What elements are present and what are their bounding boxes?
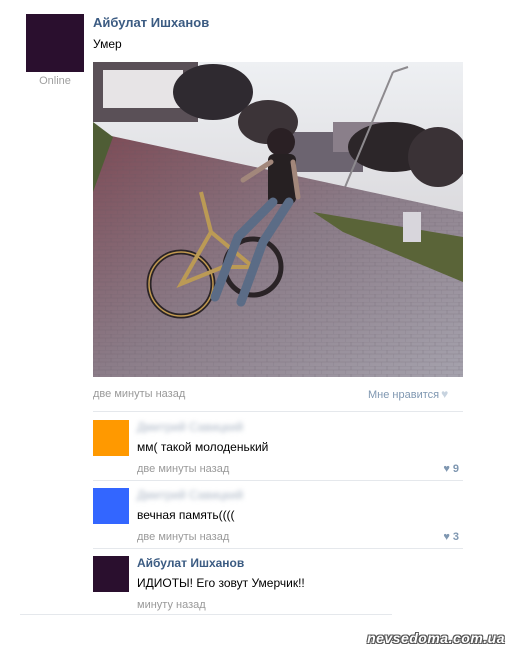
comment-author-name[interactable]: Айбулат Ишханов bbox=[137, 556, 244, 570]
post-photo[interactable] bbox=[93, 62, 463, 377]
post-text: Умер bbox=[93, 37, 122, 51]
comment-like-button[interactable]: ♥ 9 bbox=[443, 463, 459, 475]
comment-timestamp[interactable]: две минуты назад bbox=[137, 531, 229, 543]
comment-item: Дмитрий Савицкий вечная память(((( две м… bbox=[93, 488, 463, 548]
author-avatar[interactable] bbox=[26, 14, 84, 72]
comment-timestamp[interactable]: две минуты назад bbox=[137, 463, 229, 475]
divider bbox=[20, 614, 392, 615]
comment-text: ИДИОТЫ! Его зовут Умерчик!! bbox=[137, 576, 305, 590]
comment-avatar[interactable] bbox=[93, 488, 129, 524]
post-like-button[interactable]: Мне нравится ♥ bbox=[368, 387, 448, 401]
divider bbox=[93, 480, 463, 481]
online-status: Online bbox=[39, 75, 71, 87]
comment-like-button[interactable]: ♥ 3 bbox=[443, 531, 459, 543]
comment-avatar[interactable] bbox=[93, 556, 129, 592]
comment-text: вечная память(((( bbox=[137, 508, 235, 522]
comment-timestamp[interactable]: минуту назад bbox=[137, 599, 206, 611]
post-timestamp[interactable]: две минуты назад bbox=[93, 388, 185, 400]
watermark: nevsedoma.com.ua bbox=[367, 630, 505, 646]
comment-avatar[interactable] bbox=[93, 420, 129, 456]
comment-item: Дмитрий Савицкий мм( такой молоденький д… bbox=[93, 420, 463, 480]
post-author-name[interactable]: Айбулат Ишханов bbox=[93, 15, 209, 30]
comment-like-count: 3 bbox=[452, 531, 459, 543]
comment-item: Айбулат Ишханов ИДИОТЫ! Его зовут Умерчи… bbox=[93, 556, 463, 616]
photo-boy-on-bicycle bbox=[93, 62, 463, 377]
divider bbox=[93, 411, 463, 412]
divider bbox=[93, 548, 463, 549]
heart-icon: ♥ bbox=[441, 387, 449, 401]
heart-icon: ♥ bbox=[443, 531, 450, 543]
comment-like-count: 9 bbox=[452, 463, 459, 475]
comment-author-name[interactable]: Дмитрий Савицкий bbox=[137, 488, 243, 502]
heart-icon: ♥ bbox=[443, 463, 450, 475]
comment-author-name[interactable]: Дмитрий Савицкий bbox=[137, 420, 243, 434]
like-label: Мне нравится bbox=[368, 389, 440, 401]
comment-text: мм( такой молоденький bbox=[137, 440, 269, 454]
